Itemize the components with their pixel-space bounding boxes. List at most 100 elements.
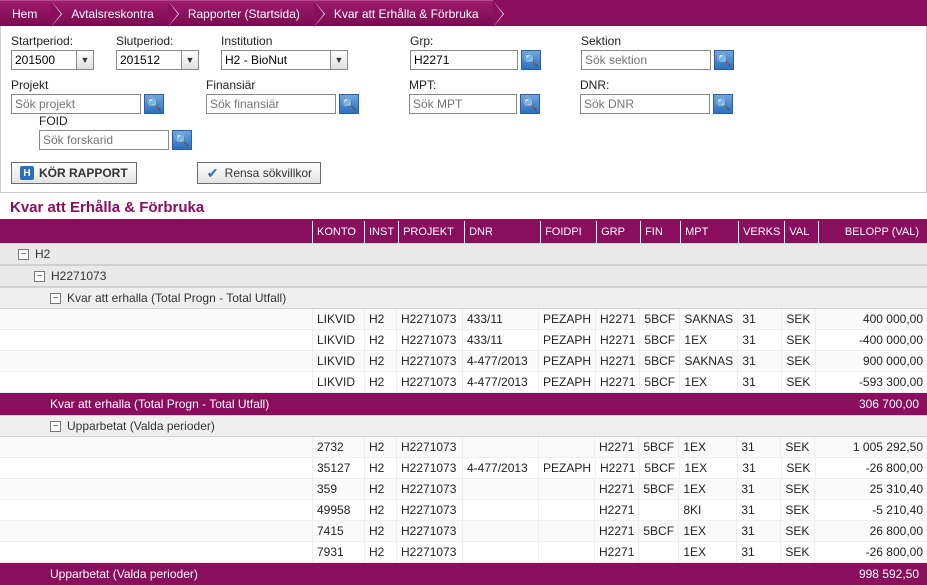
collapse-icon[interactable]: − xyxy=(18,249,29,260)
cell: SEK xyxy=(780,500,814,520)
cell: 1EX xyxy=(678,542,736,562)
mpt-search-icon[interactable]: 🔍 xyxy=(520,94,540,114)
dnr-search-icon[interactable]: 🔍 xyxy=(713,94,733,114)
cell: H2271 xyxy=(594,542,638,562)
table-row[interactable]: LIKVIDH2H2271073433/11PEZAPHH22715BCFSAK… xyxy=(0,309,927,330)
grp-input[interactable] xyxy=(410,50,518,70)
cell: H2271 xyxy=(594,437,638,457)
column-headers: KONTO INST PROJEKT DNR FOIDPI GRP FIN MP… xyxy=(0,221,927,243)
cell: 49958 xyxy=(312,500,364,520)
cell xyxy=(462,479,538,499)
table-row[interactable]: LIKVIDH2H22710734-477/2013PEZAPHH22715BC… xyxy=(0,351,927,372)
col-verks[interactable]: VERKS xyxy=(738,221,784,243)
col-dnr[interactable]: DNR xyxy=(464,221,540,243)
group-label: H2 xyxy=(35,247,50,261)
cell: 1EX xyxy=(679,372,737,392)
cell: 400 000,00 xyxy=(815,309,927,329)
slutperiod-select[interactable] xyxy=(116,50,182,70)
crumb-hem[interactable]: Hem xyxy=(0,0,51,26)
cell xyxy=(462,437,538,457)
finansiar-search-icon[interactable]: 🔍 xyxy=(339,94,359,114)
group-row-upparbetat[interactable]: − Upparbetat (Valda perioder) xyxy=(0,415,927,437)
table-row[interactable]: 7415H2H2271073H22715BCF1EX31SEK26 800,00 xyxy=(0,521,927,542)
cell: -26 800,00 xyxy=(814,542,927,562)
col-grp[interactable]: GRP xyxy=(596,221,640,243)
table-row[interactable]: LIKVIDH2H2271073433/11PEZAPHH22715BCF1EX… xyxy=(0,330,927,351)
cell: 31 xyxy=(736,479,780,499)
cell: 5BCF xyxy=(639,458,679,478)
cell: SEK xyxy=(780,479,814,499)
collapse-icon[interactable]: − xyxy=(50,421,61,432)
sektion-input[interactable] xyxy=(581,50,711,70)
crumb-kvar[interactable]: Kvar att Erhålla & Förbruka xyxy=(314,0,493,26)
check-icon: ✔ xyxy=(206,166,220,180)
col-inst[interactable]: INST xyxy=(364,221,398,243)
projekt-input[interactable] xyxy=(11,94,141,114)
cell: 359 xyxy=(312,479,364,499)
cell: H2271073 xyxy=(396,521,462,541)
run-report-button[interactable]: H KÖR RAPPORT xyxy=(11,162,137,184)
table-row[interactable]: 35127H2H22710734-477/2013PEZAPHH22715BCF… xyxy=(0,458,927,479)
cell: SEK xyxy=(781,372,815,392)
group-row-projekt[interactable]: − H2271073 xyxy=(0,265,927,287)
slutperiod-dropdown-icon[interactable]: ▼ xyxy=(181,50,199,70)
startperiod-dropdown-icon[interactable]: ▼ xyxy=(76,50,94,70)
cell: SEK xyxy=(781,458,815,478)
cell xyxy=(538,521,594,541)
collapse-icon[interactable]: − xyxy=(50,293,61,304)
cell: H2271073 xyxy=(396,437,462,457)
cell: 1EX xyxy=(679,330,737,350)
cell: H2 xyxy=(364,437,396,457)
col-fin[interactable]: FIN xyxy=(640,221,680,243)
subtotal-label: Kvar att erhalla (Total Progn - Total Ut… xyxy=(50,397,269,411)
table-row[interactable]: 7931H2H2271073H22711EX31SEK-26 800,00 xyxy=(0,542,927,563)
table-row[interactable]: 2732H2H2271073H22715BCF1EX31SEK1 005 292… xyxy=(0,437,927,458)
startperiod-select[interactable] xyxy=(11,50,77,70)
cell: 5BCF xyxy=(639,351,679,371)
cell xyxy=(462,542,538,562)
table-row[interactable]: LIKVIDH2H22710734-477/2013PEZAPHH22715BC… xyxy=(0,372,927,393)
sektion-search-icon[interactable]: 🔍 xyxy=(714,50,734,70)
cell: 25 310,40 xyxy=(814,479,927,499)
cell: H2 xyxy=(364,458,396,478)
col-mpt[interactable]: MPT xyxy=(680,221,738,243)
institution-dropdown-icon[interactable]: ▼ xyxy=(330,50,348,70)
institution-select[interactable] xyxy=(221,50,331,70)
clear-filters-button[interactable]: ✔ Rensa sökvillkor xyxy=(197,162,321,184)
cell: 4-477/2013 xyxy=(462,372,538,392)
cell: PEZAPH xyxy=(538,458,595,478)
cell: H2271073 xyxy=(396,330,462,350)
col-val[interactable]: VAL xyxy=(784,221,818,243)
cell xyxy=(0,372,312,392)
foid-search-icon[interactable]: 🔍 xyxy=(172,130,192,150)
dnr-input[interactable] xyxy=(580,94,710,114)
col-foidpi[interactable]: FOIDPI xyxy=(540,221,596,243)
group-row-h2[interactable]: − H2 xyxy=(0,243,927,265)
table-row[interactable]: 49958H2H2271073H22718KI31SEK-5 210,40 xyxy=(0,500,927,521)
mpt-input[interactable] xyxy=(409,94,517,114)
collapse-icon[interactable]: − xyxy=(34,271,45,282)
crumb-avtalsreskontra[interactable]: Avtalsreskontra xyxy=(51,0,167,26)
crumb-rapporter[interactable]: Rapporter (Startsida) xyxy=(168,0,314,26)
col-belopp[interactable]: BELOPP (VAL) xyxy=(818,221,927,243)
cell: LIKVID xyxy=(312,351,364,371)
group-row-erhalla[interactable]: − Kvar att erhalla (Total Progn - Total … xyxy=(0,287,927,309)
report-title: Kvar att Erhålla & Förbruka xyxy=(0,193,927,221)
run-report-label: KÖR RAPPORT xyxy=(39,166,128,180)
col-blank xyxy=(0,221,312,243)
cell: H2271 xyxy=(595,330,639,350)
finansiar-input[interactable] xyxy=(206,94,336,114)
cell: PEZAPH xyxy=(538,372,595,392)
cell: 35127 xyxy=(312,458,364,478)
cell: H2 xyxy=(364,330,396,350)
cell xyxy=(0,479,312,499)
grp-search-icon[interactable]: 🔍 xyxy=(521,50,541,70)
slutperiod-label: Slutperiod: xyxy=(116,34,199,48)
cell xyxy=(0,458,312,478)
col-projekt[interactable]: PROJEKT xyxy=(398,221,464,243)
cell: 1 005 292,50 xyxy=(814,437,927,457)
col-konto[interactable]: KONTO xyxy=(312,221,364,243)
projekt-search-icon[interactable]: 🔍 xyxy=(144,94,164,114)
foid-input[interactable] xyxy=(39,130,169,150)
table-row[interactable]: 359H2H2271073H22715BCF1EX31SEK25 310,40 xyxy=(0,479,927,500)
